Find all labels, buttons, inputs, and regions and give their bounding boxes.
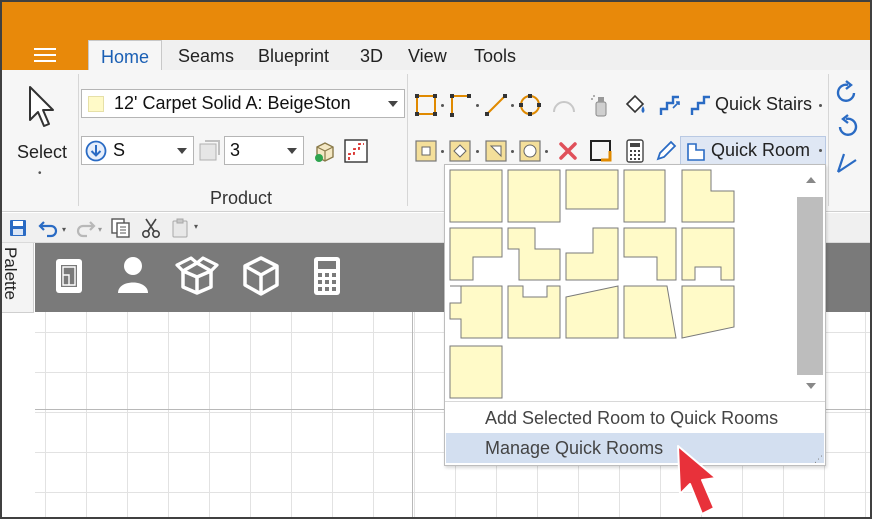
- room-shape-notch-left[interactable]: [449, 285, 503, 339]
- add-selected-room-menu-item[interactable]: Add Selected Room to Quick Rooms: [446, 403, 824, 433]
- redo-icon: [76, 221, 96, 238]
- room-shape-skew-top[interactable]: [565, 285, 619, 339]
- paint-bucket-icon[interactable]: [622, 92, 648, 118]
- room-shape-l-right[interactable]: [623, 227, 677, 281]
- spray-can-icon[interactable]: [588, 92, 614, 118]
- product-combo[interactable]: 12' Carpet Solid A: BeigeSton: [81, 89, 405, 118]
- quick-room-label: Quick Room: [711, 140, 811, 160]
- stairs-icon[interactable]: [657, 92, 683, 118]
- room-shape-notch-top[interactable]: [507, 285, 561, 339]
- draw-rectangle-icon[interactable]: [413, 92, 439, 118]
- room-shape-l-bottom-left[interactable]: [449, 227, 503, 281]
- room-shape-skew-bottom[interactable]: [681, 285, 735, 339]
- calculator-icon[interactable]: [311, 255, 343, 297]
- scroll-thumb[interactable]: [797, 197, 823, 375]
- ribbon-separator: [407, 74, 408, 206]
- paste-icon: [172, 218, 188, 238]
- palette-tab[interactable]: Palette: [2, 243, 34, 313]
- hamburger-icon: [34, 48, 56, 62]
- menu-separator: [445, 401, 825, 402]
- room-shape-rectangle-wide[interactable]: [565, 169, 619, 223]
- room-shape-skew-right[interactable]: [623, 285, 677, 339]
- red-pointer-arrow-icon: [677, 445, 717, 515]
- title-bar: [2, 2, 870, 40]
- quick-rooms-dropdown: Add Selected Room to Quick Rooms Manage …: [444, 164, 826, 466]
- app-menu-button[interactable]: [2, 40, 88, 70]
- blueprint-icon[interactable]: [53, 257, 87, 295]
- redo-rotate-icon[interactable]: [834, 80, 860, 106]
- room-circle-icon[interactable]: [517, 138, 543, 164]
- calculator-icon[interactable]: [622, 138, 648, 164]
- corner-select-icon[interactable]: [588, 138, 614, 164]
- tab-view[interactable]: View: [396, 40, 459, 70]
- user-icon[interactable]: [115, 255, 151, 295]
- ribbon-separator: [828, 74, 829, 206]
- angle-icon[interactable]: [834, 150, 860, 176]
- open-box-icon[interactable]: [175, 255, 219, 295]
- save-icon[interactable]: [8, 218, 28, 238]
- room-shape-u-bottom[interactable]: [681, 227, 735, 281]
- pencil-icon[interactable]: [653, 138, 679, 164]
- quick-rooms-scrollbar[interactable]: [797, 171, 825, 397]
- product-combo-value: 12' Carpet Solid A: BeigeSton: [114, 93, 351, 113]
- select-label: Select: [16, 142, 68, 162]
- cursor-arrow-icon: [29, 86, 54, 127]
- quick-stairs-button[interactable]: Quick Stairs: [715, 94, 812, 115]
- chevron-down-icon: [388, 101, 398, 107]
- quick-room-button[interactable]: Quick Room: [680, 136, 826, 166]
- grid-axis-vertical: [412, 312, 413, 517]
- tab-blueprint[interactable]: Blueprint: [246, 40, 341, 70]
- rotate-left-icon[interactable]: [834, 114, 860, 140]
- tab-seams[interactable]: Seams: [166, 40, 246, 70]
- draw-polyline-icon[interactable]: [447, 92, 473, 118]
- draw-arc-icon: [553, 101, 575, 113]
- undo-icon[interactable]: [38, 218, 60, 238]
- room-diamond-icon[interactable]: [447, 138, 473, 164]
- color-swatch: [88, 96, 104, 112]
- copy-icon[interactable]: [110, 217, 132, 239]
- select-button[interactable]: Select •: [10, 78, 70, 193]
- tab-3d[interactable]: 3D: [348, 40, 395, 70]
- select-dropdown-dot: •: [38, 168, 42, 179]
- room-shape-square[interactable]: [449, 169, 503, 223]
- cube-icon[interactable]: [241, 255, 281, 297]
- room-shape-square-2[interactable]: [507, 169, 561, 223]
- manage-quick-rooms-menu-item[interactable]: Manage Quick Rooms: [446, 433, 824, 463]
- room-shape-l-top-right[interactable]: [565, 227, 619, 281]
- room-rectangle-icon[interactable]: [413, 138, 439, 164]
- add-product-box-icon[interactable]: [312, 138, 338, 164]
- rotate-material-icon[interactable]: [197, 138, 223, 164]
- room-triangle-icon[interactable]: [483, 138, 509, 164]
- room-shape-l-notch[interactable]: [681, 169, 735, 223]
- room-shape-step[interactable]: [507, 227, 561, 281]
- scroll-up-icon[interactable]: [805, 175, 817, 185]
- count-value: 3: [230, 140, 241, 160]
- resize-grip-icon[interactable]: ⋰: [814, 454, 823, 465]
- quick-stairs-icon[interactable]: [688, 92, 714, 118]
- chevron-down-icon: [177, 148, 187, 154]
- room-shape-square-3[interactable]: [449, 345, 503, 399]
- ribbon-separator: [78, 74, 79, 206]
- draw-line-icon[interactable]: [483, 92, 509, 118]
- room-shape-icon: [687, 143, 705, 161]
- draw-circle-icon[interactable]: [517, 92, 543, 118]
- stair-step-icon[interactable]: [343, 138, 369, 164]
- tab-tools[interactable]: Tools: [462, 40, 528, 70]
- product-group-label: Product: [210, 188, 273, 208]
- chevron-down-icon: [287, 148, 297, 154]
- direction-value: S: [113, 140, 126, 160]
- delete-icon[interactable]: [555, 138, 581, 164]
- scroll-down-icon[interactable]: [805, 381, 817, 391]
- app-window: Home Seams Blueprint 3D View Tools Selec…: [0, 0, 872, 519]
- direction-combo[interactable]: S: [81, 136, 194, 165]
- tab-home[interactable]: Home: [88, 40, 163, 70]
- cut-icon[interactable]: [140, 217, 162, 239]
- arrow-down-circle-icon: [85, 140, 107, 162]
- room-shape-rectangle-tall[interactable]: [623, 169, 677, 223]
- palette-tab-label: Palette: [1, 247, 20, 300]
- count-combo[interactable]: 3: [224, 136, 304, 165]
